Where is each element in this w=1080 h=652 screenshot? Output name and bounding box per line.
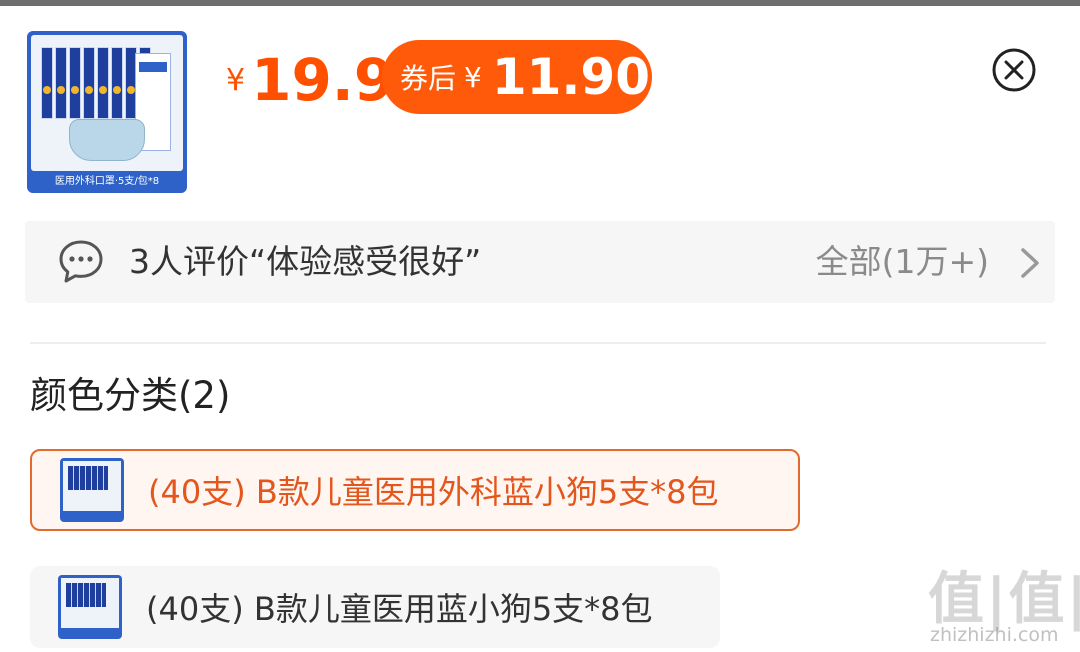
watermark-url: zhizhizhi.com [930, 624, 1059, 646]
coupon-label: 券后 [400, 62, 457, 95]
option-thumbnail [60, 458, 124, 522]
coupon-price-badge: 券后 ¥ 11.90 [382, 40, 652, 114]
price-value: 19.9 [251, 46, 395, 114]
divider [30, 342, 1046, 344]
product-image [31, 35, 183, 171]
thumbnail-caption: 医用外科口罩·5支/包*8 [54, 176, 160, 187]
price-currency: ¥ [226, 63, 246, 98]
section-title: 颜色分类(2) [30, 374, 231, 417]
mask-image [69, 119, 145, 161]
option-thumbnail [58, 575, 122, 639]
top-edge [0, 0, 1080, 6]
price: ¥19.9 [226, 46, 394, 114]
option-label: (40支) B款儿童医用外科蓝小狗5支*8包 [148, 473, 719, 511]
watermark-logo: 值|值|值 [928, 567, 1080, 632]
close-icon [992, 48, 1036, 92]
product-thumbnail[interactable]: 医用外科口罩·5支/包*8 [27, 31, 187, 193]
chat-bubble-icon [59, 240, 103, 283]
chevron-right-icon [1021, 248, 1039, 278]
option-label: (40支) B款儿童医用蓝小狗5支*8包 [146, 590, 653, 628]
coupon-price: 11.90 [491, 48, 650, 106]
review-summary: 3人评价“体验感受很好” [129, 242, 482, 281]
option-item-selected[interactable]: (40支) B款儿童医用外科蓝小狗5支*8包 [30, 449, 800, 531]
option-item[interactable]: (40支) B款儿童医用蓝小狗5支*8包 [30, 566, 720, 648]
close-button[interactable] [992, 48, 1036, 92]
all-reviews-link[interactable]: 全部(1万+) [816, 240, 989, 284]
reviews-bar[interactable]: 3人评价“体验感受很好” 全部(1万+) [25, 221, 1055, 303]
coupon-currency: ¥ [464, 60, 482, 94]
